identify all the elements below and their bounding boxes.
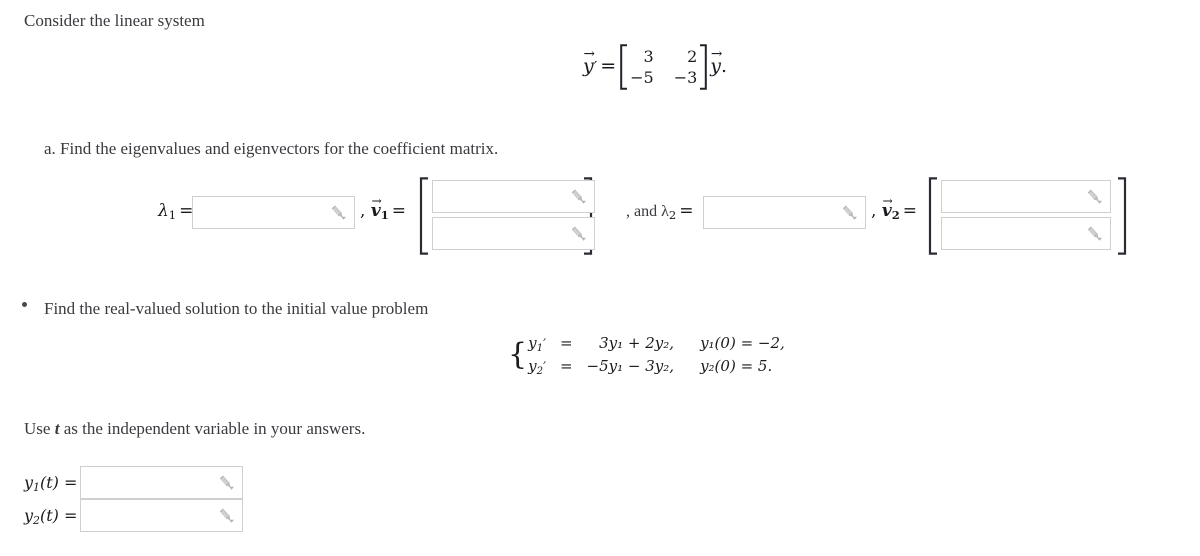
vector-arrow-icon: → (882, 193, 893, 208)
ivp-system: { y1′ = 3y₁ + 2y₂, y₁(0) = −2, y2′ = −5y… (508, 334, 785, 377)
coefficient-matrix: 3 2 −5 −3 (628, 46, 699, 88)
ivp-row1-initial-condition: y₁(0) = −2, (700, 334, 785, 352)
matrix-cell-r1c2: 2 (687, 46, 698, 66)
pencil-icon[interactable] (217, 475, 235, 491)
pencil-icon[interactable] (1085, 189, 1103, 205)
y-prime-vector: → y (583, 45, 596, 77)
matrix-right-bracket (699, 44, 708, 90)
ivp-row2-lhs: y2′ (528, 356, 546, 377)
ivp-row2-initial-condition: y₂(0) = 5. (700, 356, 773, 375)
v2-left-bracket (927, 177, 938, 255)
intro-text: Consider the linear system (24, 11, 205, 30)
matrix-left-bracket (619, 44, 628, 90)
y1-input[interactable] (80, 466, 243, 499)
matrix-cell-r2c1: −5 (630, 68, 654, 87)
part-a-label: a. Find the eigenvalues and eigenvectors… (44, 139, 499, 158)
pencil-icon[interactable] (329, 205, 347, 221)
ivp-row2-rhs: −5y₁ − 3y₂, (586, 356, 675, 375)
system-equation: → y′ = 3 2 −5 −3 → y. (583, 44, 727, 90)
ivp-row2-equals: = (559, 356, 573, 375)
v1-row1-input[interactable] (432, 180, 595, 213)
ivp-row1-equals: = (559, 334, 573, 352)
system-brace: { (508, 336, 528, 372)
v1-label: , → v1 = (360, 193, 406, 223)
pencil-icon[interactable] (217, 508, 235, 524)
lambda1-input[interactable] (192, 196, 355, 229)
v1-row2-input[interactable] (432, 217, 595, 250)
y-vector: → y (710, 45, 723, 77)
lambda1-label: λ1 = (158, 201, 194, 223)
lambda2-label: , and λ2 = (626, 201, 694, 223)
v2-label: , → v2 = (871, 193, 917, 223)
v2-row1-input[interactable] (941, 180, 1111, 213)
ivp-row1-rhs: 3y₁ + 2y₂, (599, 334, 675, 352)
matrix-cell-r1c1: 3 (643, 46, 654, 66)
pencil-icon[interactable] (840, 205, 858, 221)
v2-row2-input[interactable] (941, 217, 1111, 250)
ivp-row1-lhs: y1′ (528, 334, 546, 354)
lambda2-input[interactable] (703, 196, 866, 229)
part-b-label: Find the real-valued solution to the ini… (44, 299, 429, 318)
bullet-marker (22, 302, 27, 307)
vector-arrow-icon: → (371, 193, 382, 208)
v2-right-bracket (1117, 177, 1128, 255)
y2-answer-label: y2(t) = (24, 506, 78, 528)
y2-input[interactable] (80, 499, 243, 532)
equals-sign: = (600, 55, 617, 77)
matrix-cell-r2c2: −3 (673, 68, 698, 87)
vector-arrow-icon: → (583, 45, 596, 62)
pencil-icon[interactable] (1085, 226, 1103, 242)
v1-left-bracket (418, 177, 429, 255)
pencil-icon[interactable] (569, 226, 587, 242)
vector-arrow-icon: → (710, 45, 723, 62)
pencil-icon[interactable] (569, 189, 587, 205)
independent-variable-instruction: Use t as the independent variable in you… (24, 419, 366, 438)
y1-answer-label: y1(t) = (24, 473, 78, 495)
